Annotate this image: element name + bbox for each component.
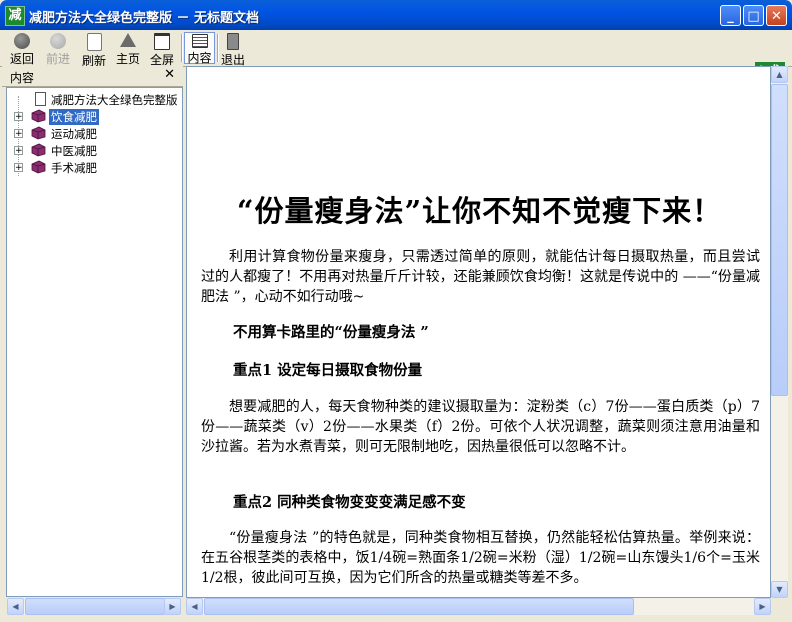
- expand-icon[interactable]: +: [14, 146, 23, 156]
- scroll-down-icon[interactable]: ▼: [771, 581, 788, 598]
- back-arrow-icon: [14, 33, 30, 49]
- contents-panel: 内容 ✕ 减肥方法大全绿色完整版 + 饮食减肥 + 运动减肥 + 中医减肥 + …: [2, 66, 183, 617]
- home-label: 主页: [115, 52, 140, 66]
- point2-paragraph: “份量瘦身法 ”的特色就是，同种类食物相互替换，仍然能轻松估算热量。举例来说：在…: [201, 530, 760, 586]
- back-label: 返回: [9, 52, 34, 66]
- fullscreen-button[interactable]: 全屏: [147, 32, 177, 67]
- maximize-button[interactable]: □: [743, 5, 764, 26]
- scroll-up-icon[interactable]: ▲: [771, 66, 788, 83]
- close-button[interactable]: ✕: [766, 5, 787, 26]
- tree-item-label: 运动减肥: [51, 127, 97, 141]
- forward-button[interactable]: 前进: [42, 32, 74, 66]
- exit-button[interactable]: 退出: [219, 32, 247, 67]
- scroll-left-icon[interactable]: ◀: [186, 598, 203, 615]
- tree-item-label: 手术减肥: [51, 161, 97, 175]
- tree-item-label: 中医减肥: [51, 144, 97, 158]
- book-icon: [31, 109, 46, 123]
- article-title: “份量瘦身法”让你不知不觉瘦下来！: [236, 194, 723, 228]
- resize-grip[interactable]: [771, 598, 788, 615]
- maximize-icon: □: [747, 9, 760, 24]
- refresh-icon: [86, 33, 102, 51]
- document-view[interactable]: “份量瘦身法”让你不知不觉瘦下来！ 利用计算食物份量来瘦身，只需透过简单的原则，…: [186, 66, 771, 598]
- tree-item-root[interactable]: 减肥方法大全绿色完整版: [7, 91, 182, 108]
- contents-label: 内容: [187, 51, 212, 65]
- point1-heading: 重点1 设定每日摄取食物份量: [233, 362, 423, 379]
- tree-item-exercise[interactable]: + 运动减肥: [7, 125, 182, 142]
- fullscreen-icon: [154, 33, 170, 50]
- scroll-thumb[interactable]: [771, 84, 788, 396]
- point1-paragraph: 想要减肥的人，每天食物种类的建议摄取量为：淀粉类（c）7份——蛋白质类（p）7份…: [201, 399, 760, 455]
- section-subtitle: 不用算卡路里的“份量瘦身法 ”: [233, 324, 429, 341]
- expand-icon[interactable]: +: [14, 163, 23, 173]
- refresh-button[interactable]: 刷新: [78, 32, 110, 68]
- close-icon: ✕: [771, 9, 782, 24]
- back-button[interactable]: 返回: [6, 32, 38, 66]
- toolbar-separator: [181, 34, 183, 62]
- book-icon: [31, 160, 46, 174]
- window-title: 减肥方法大全绿色完整版 － 无标题文档: [29, 11, 260, 26]
- exit-door-icon: [227, 33, 239, 50]
- contents-button[interactable]: 内容: [184, 32, 215, 65]
- book-icon: [31, 143, 46, 157]
- tree-item-label: 饮食减肥: [49, 109, 99, 125]
- panel-close-icon[interactable]: ✕: [164, 67, 175, 82]
- content-horizontal-scrollbar[interactable]: ◀ ▶: [186, 598, 771, 615]
- scroll-left-icon[interactable]: ◀: [7, 598, 24, 615]
- toolbar: 返回 前进 刷新 主页 全屏 内容 退出 减: [0, 30, 792, 92]
- minimize-icon: _: [727, 9, 734, 24]
- scroll-thumb[interactable]: [25, 598, 165, 615]
- contents-tree[interactable]: 减肥方法大全绿色完整版 + 饮食减肥 + 运动减肥 + 中医减肥 + 手术减肥: [6, 87, 183, 597]
- contents-icon: [191, 34, 208, 48]
- forward-arrow-icon: [50, 33, 66, 49]
- point2-heading: 重点2 同种类食物变变变满足感不变: [233, 494, 466, 511]
- intro-paragraph: 利用计算食物份量来瘦身，只需透过简单的原则，就能估计每日摄取热量，而且尝试过的人…: [201, 249, 760, 305]
- content-vertical-scrollbar[interactable]: ▲ ▼: [771, 66, 788, 598]
- book-icon: [31, 126, 46, 140]
- scroll-right-icon[interactable]: ▶: [164, 598, 181, 615]
- home-icon: [120, 33, 136, 47]
- expand-icon[interactable]: +: [14, 112, 23, 122]
- tree-item-diet[interactable]: + 饮食减肥: [7, 108, 182, 125]
- tree-item-label: 减肥方法大全绿色完整版: [51, 93, 178, 107]
- panel-title: 内容: [10, 71, 35, 85]
- document-icon: [35, 92, 46, 106]
- panel-header: 内容 ✕: [2, 66, 183, 87]
- forward-label: 前进: [45, 52, 70, 66]
- minimize-button[interactable]: _: [720, 5, 741, 26]
- tree-item-tcm[interactable]: + 中医减肥: [7, 142, 182, 159]
- tree-item-surgery[interactable]: + 手术减肥: [7, 159, 182, 176]
- scroll-thumb[interactable]: [204, 598, 634, 615]
- sidebar-horizontal-scrollbar[interactable]: ◀ ▶: [7, 598, 181, 615]
- home-button[interactable]: 主页: [113, 32, 143, 66]
- app-icon: 减: [5, 6, 25, 26]
- scroll-right-icon[interactable]: ▶: [754, 598, 771, 615]
- title-bar[interactable]: 减 减肥方法大全绿色完整版 － 无标题文档 _ □ ✕: [0, 0, 792, 30]
- expand-icon[interactable]: +: [14, 129, 23, 139]
